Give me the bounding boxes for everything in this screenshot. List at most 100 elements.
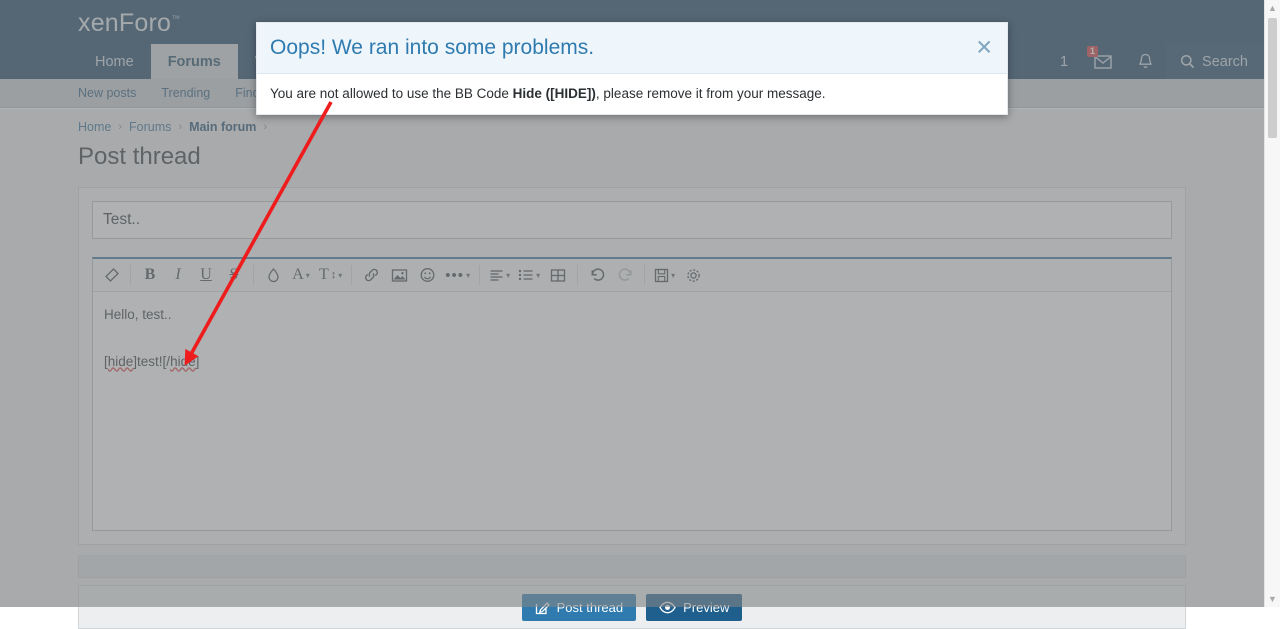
attachment-bar [78, 555, 1186, 578]
error-dialog: Oops! We ran into some problems. ✕ You a… [256, 22, 1008, 115]
nav-tab-forums-label: Forums [168, 54, 221, 70]
message-editor: B I U S [92, 257, 1172, 531]
page-title: Post thread [0, 134, 1264, 171]
bold-icon: B [145, 266, 156, 284]
search-label: Search [1202, 54, 1248, 70]
underline-button[interactable]: U [192, 261, 220, 289]
toolbar-separator [577, 265, 578, 285]
editor-settings-button[interactable] [679, 261, 707, 289]
error-message-bbcode: Hide ([HIDE]) [513, 86, 596, 101]
post-thread-form: B I U S [78, 187, 1186, 545]
thread-title-input[interactable] [92, 201, 1172, 239]
editor-text: ]test![/ [133, 354, 170, 369]
user-count[interactable]: 1 [1047, 44, 1081, 79]
floppy-disk-icon [654, 268, 669, 283]
align-left-icon [489, 268, 504, 282]
underline-icon: U [200, 266, 212, 284]
inbox-badge: 1 [1087, 46, 1098, 57]
image-icon [391, 268, 408, 283]
chevron-down-icon: ▾ [466, 271, 470, 280]
insert-image-button[interactable] [385, 261, 413, 289]
error-message-prefix: You are not allowed to use the BB Code [270, 86, 513, 101]
chevron-down-icon: ▾ [536, 271, 540, 280]
smilies-button[interactable] [413, 261, 441, 289]
header-right-nav: 1 1 Search [1047, 44, 1264, 79]
search-button[interactable]: Search [1166, 44, 1264, 79]
chevron-down-icon: ▾ [338, 271, 342, 280]
font-size-icon: T [319, 266, 329, 284]
trademark-mark: ™ [171, 14, 180, 24]
toolbar-separator [253, 265, 254, 285]
undo-icon [589, 267, 606, 283]
undo-button[interactable] [583, 261, 611, 289]
nav-tab-forums[interactable]: Forums [151, 44, 238, 79]
bold-button[interactable]: B [136, 261, 164, 289]
compose-icon [535, 600, 550, 615]
italic-button[interactable]: I [164, 261, 192, 289]
gear-icon [685, 267, 702, 284]
table-icon [550, 268, 566, 283]
toolbar-separator [644, 265, 645, 285]
post-thread-button[interactable]: Post thread [522, 594, 637, 621]
eye-icon [659, 601, 676, 614]
chevron-down-icon: ▾ [506, 271, 510, 280]
bullet-list-icon [518, 268, 534, 282]
inbox-button[interactable]: 1 [1081, 44, 1125, 79]
form-actions: Post thread Preview [78, 585, 1186, 629]
error-dialog-title: Oops! We ran into some problems. [270, 36, 957, 60]
scroll-down-icon[interactable]: ▼ [1265, 591, 1280, 607]
align-button[interactable]: ▾ [485, 261, 514, 289]
drafts-button[interactable]: ▾ [650, 261, 679, 289]
strikethrough-icon: S [230, 266, 239, 284]
nav-tab-home-label: Home [95, 54, 134, 70]
font-letter-icon: A [292, 266, 304, 284]
error-dialog-header: Oops! We ran into some problems. ✕ [257, 23, 1007, 74]
strikethrough-button[interactable]: S [220, 261, 248, 289]
subnav-item-trending[interactable]: Trending [161, 86, 210, 100]
site-logo-text: xenForo [78, 9, 171, 37]
editor-text: ] [196, 354, 200, 369]
close-icon[interactable]: ✕ [975, 38, 993, 59]
breadcrumb-item-home[interactable]: Home [78, 120, 111, 134]
smiley-icon [419, 267, 436, 283]
chevron-down-icon: ▾ [306, 271, 310, 280]
error-dialog-body: You are not allowed to use the BB Code H… [257, 74, 1007, 114]
editor-text-misspelled: hide [170, 354, 196, 369]
font-size-button[interactable]: T ↕ ▾ [315, 261, 346, 289]
scroll-up-icon[interactable]: ▲ [1265, 0, 1280, 16]
preview-button[interactable]: Preview [646, 594, 742, 621]
alerts-button[interactable] [1125, 44, 1166, 79]
message-body[interactable]: Hello, test.. [hide]test![/hide] [93, 292, 1171, 530]
breadcrumb-separator: › [178, 121, 182, 133]
insert-table-button[interactable] [544, 261, 572, 289]
updown-arrow-icon: ↕ [331, 269, 337, 281]
redo-icon [617, 267, 634, 283]
list-button[interactable]: ▾ [514, 261, 544, 289]
insert-link-button[interactable] [357, 261, 385, 289]
editor-text-misspelled: hide [108, 354, 134, 369]
error-message-suffix: , please remove it from your message. [596, 86, 826, 101]
toolbar-separator [130, 265, 131, 285]
breadcrumb-separator: › [263, 121, 267, 133]
chevron-down-icon: ▾ [671, 271, 675, 280]
droplet-icon [267, 267, 280, 283]
page-scrollbar[interactable]: ▲ ▼ [1264, 0, 1280, 607]
user-count-label: 1 [1060, 54, 1068, 70]
ellipsis-icon: ••• [445, 267, 464, 284]
bell-icon [1138, 53, 1153, 70]
redo-button[interactable] [611, 261, 639, 289]
breadcrumb-item-main-forum[interactable]: Main forum [189, 120, 256, 134]
text-color-button[interactable] [259, 261, 287, 289]
editor-line-1: Hello, test.. [104, 305, 1160, 325]
remove-formatting-button[interactable] [97, 261, 125, 289]
italic-icon: I [175, 266, 180, 284]
breadcrumb-item-forums[interactable]: Forums [129, 120, 171, 134]
more-options-button[interactable]: ••• ▾ [441, 261, 474, 289]
subnav-item-new-posts[interactable]: New posts [78, 86, 136, 100]
magnifier-icon [1180, 54, 1195, 69]
toolbar-separator [351, 265, 352, 285]
font-family-button[interactable]: A ▾ [287, 261, 315, 289]
scrollbar-thumb[interactable] [1268, 18, 1277, 138]
nav-tab-home[interactable]: Home [78, 44, 151, 79]
site-logo[interactable]: xenForo™ [78, 9, 180, 38]
